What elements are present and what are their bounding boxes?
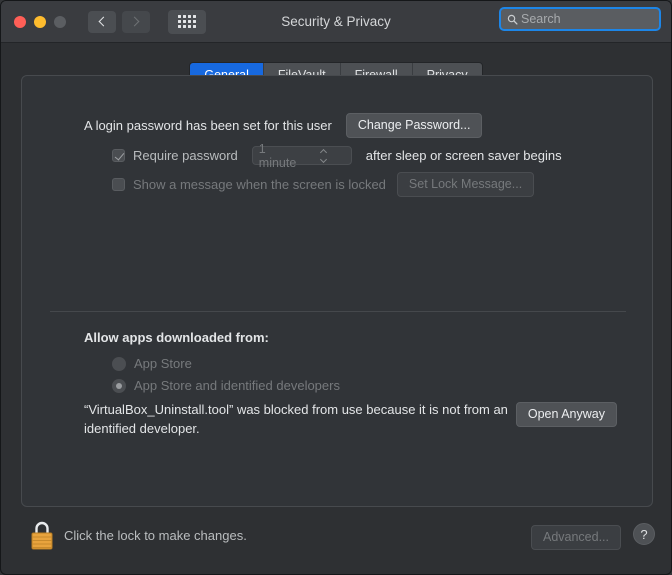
identified-developers-label: App Store and identified developers (134, 378, 340, 393)
require-password-trailing-text: after sleep or screen saver begins (365, 148, 562, 163)
require-password-checkbox[interactable] (112, 149, 125, 162)
require-password-delay-select[interactable]: 1 minute (251, 142, 352, 170)
minimize-button[interactable] (34, 15, 46, 28)
close-button[interactable] (14, 15, 26, 28)
zoom-button[interactable] (54, 15, 66, 28)
closed-padlock-icon (31, 521, 53, 550)
require-password-label: Require password (133, 148, 238, 163)
source-option-identified-developers[interactable]: App Store and identified developers (112, 378, 340, 393)
login-password-row: A login password has been set for this u… (84, 113, 483, 139)
source-option-app-store[interactable]: App Store (112, 356, 192, 371)
require-password-row: Require password 1 minute after sleep or… (112, 142, 562, 170)
search-input[interactable] (521, 12, 671, 26)
show-all-preferences-button[interactable] (168, 9, 206, 34)
general-settings-panel: A login password has been set for this u… (21, 75, 653, 507)
section-divider (50, 311, 626, 312)
chevron-left-icon (98, 16, 109, 27)
lock-message-checkbox[interactable] (112, 178, 125, 192)
blocked-app-notice: “VirtualBox_Uninstall.tool” was blocked … (84, 402, 508, 436)
advanced-button[interactable]: Advanced... (530, 525, 621, 551)
allow-apps-heading: Allow apps downloaded from: (84, 330, 269, 345)
require-password-delay-value: 1 minute (258, 141, 297, 170)
set-lock-message-button[interactable]: Set Lock Message... (396, 172, 535, 198)
security-privacy-window: Security & Privacy General FileVault Fir… (0, 0, 672, 575)
identified-developers-radio[interactable] (112, 378, 126, 393)
search-field[interactable] (499, 7, 671, 31)
grid-icon (178, 15, 196, 28)
forward-button[interactable] (122, 10, 150, 33)
change-password-button[interactable]: Change Password... (345, 113, 483, 139)
lock-message-row: Show a message when the screen is locked… (112, 172, 535, 198)
login-password-label: A login password has been set for this u… (84, 118, 332, 134)
open-anyway-button[interactable]: Open Anyway (515, 402, 617, 428)
back-button[interactable] (88, 10, 116, 33)
help-button[interactable]: ? (633, 523, 655, 545)
footer-bar: Click the lock to make changes. Advanced… (1, 505, 671, 574)
stepper-chevrons-icon (302, 148, 345, 163)
app-store-label: App Store (134, 356, 192, 371)
navigation-buttons (88, 10, 150, 33)
lock-message-label: Show a message when the screen is locked (133, 177, 386, 193)
traffic-light-group (14, 15, 66, 28)
lock-button[interactable] (29, 519, 55, 551)
titlebar: Security & Privacy (1, 1, 671, 43)
chevron-right-icon (129, 16, 140, 27)
search-icon (507, 14, 518, 25)
lock-hint-text: Click the lock to make changes. (64, 528, 247, 543)
app-store-radio[interactable] (112, 356, 126, 371)
